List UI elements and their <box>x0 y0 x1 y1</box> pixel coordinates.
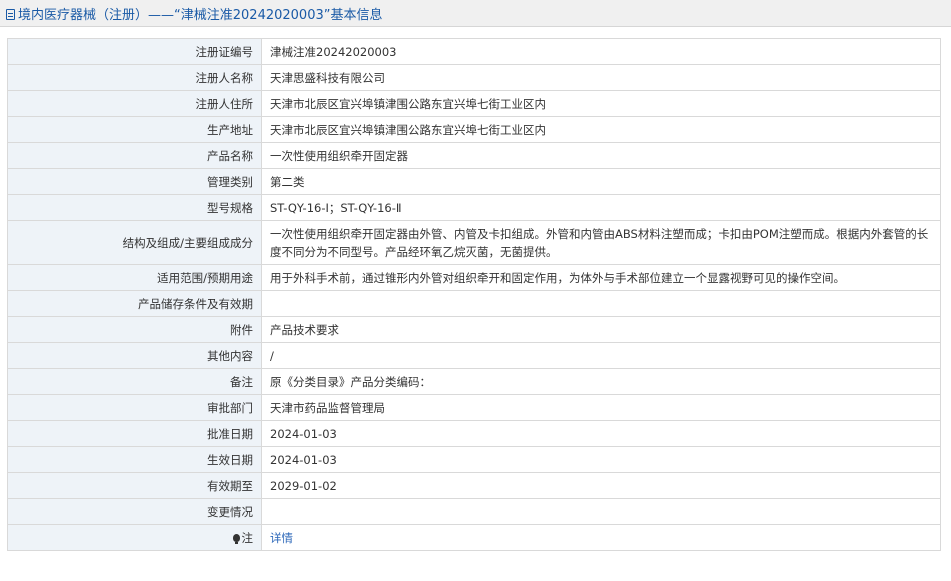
row-value: 天津市北辰区宜兴埠镇津围公路东宜兴埠七街工业区内 <box>261 116 941 143</box>
row-label: 附件 <box>7 316 262 343</box>
table-row: 备注 原《分类目录》产品分类编码： <box>7 368 941 395</box>
table-row: 适用范围/预期用途 用于外科手术前，通过锥形内外管对组织牵开和固定作用，为体外与… <box>7 264 941 291</box>
row-value: / <box>261 342 941 369</box>
row-value: 一次性使用组织牵开固定器由外管、内管及卡扣组成。外管和内管由ABS材料注塑而成；… <box>261 220 941 265</box>
title-prefix: 境内医疗器械（注册） <box>18 8 149 23</box>
table-row: 产品储存条件及有效期 <box>7 290 941 317</box>
row-label: 生产地址 <box>7 116 262 143</box>
document-icon <box>6 9 15 20</box>
note-label-cell: 注 <box>7 524 262 551</box>
row-value: 2029-01-02 <box>261 472 941 499</box>
table-row: 结构及组成/主要组成成分 一次性使用组织牵开固定器由外管、内管及卡扣组成。外管和… <box>7 220 941 265</box>
table-row: 注册证编号 津械注准20242020003 <box>7 38 941 65</box>
table-row: 变更情况 <box>7 498 941 525</box>
row-label: 注册证编号 <box>7 38 262 65</box>
table-row: 型号规格 ST-QY-16-Ⅰ；ST-QY-16-Ⅱ <box>7 194 941 221</box>
title-separator: —— <box>148 8 175 23</box>
row-value: 天津市药品监督管理局 <box>261 394 941 421</box>
row-label: 产品储存条件及有效期 <box>7 290 262 317</box>
table-row: 注册人住所 天津市北辰区宜兴埠镇津围公路东宜兴埠七街工业区内 <box>7 90 941 117</box>
row-label: 有效期至 <box>7 472 262 499</box>
row-value: 天津市北辰区宜兴埠镇津围公路东宜兴埠七街工业区内 <box>261 90 941 117</box>
row-label: 注册人名称 <box>7 64 262 91</box>
row-label: 产品名称 <box>7 142 262 169</box>
row-value: 第二类 <box>261 168 941 195</box>
row-label: 管理类别 <box>7 168 262 195</box>
row-value <box>261 290 941 317</box>
row-value: 原《分类目录》产品分类编码： <box>261 368 941 395</box>
table-row: 注册人名称 天津思盛科技有限公司 <box>7 64 941 91</box>
row-value: 2024-01-03 <box>261 446 941 473</box>
note-row: 注 详情 <box>7 524 941 551</box>
title-quoted-number: “津械注准20242020003” <box>174 8 331 23</box>
row-value: 天津思盛科技有限公司 <box>261 64 941 91</box>
row-label: 备注 <box>7 368 262 395</box>
row-value: 2024-01-03 <box>261 420 941 447</box>
table-row: 管理类别 第二类 <box>7 168 941 195</box>
row-label: 审批部门 <box>7 394 262 421</box>
table-row: 审批部门 天津市药品监督管理局 <box>7 394 941 421</box>
page-title: 境内医疗器械（注册）——“津械注准20242020003”基本信息 <box>0 0 951 27</box>
row-value: 用于外科手术前，通过锥形内外管对组织牵开和固定作用，为体外与手术部位建立一个显露… <box>261 264 941 291</box>
row-label: 型号规格 <box>7 194 262 221</box>
table-row: 附件 产品技术要求 <box>7 316 941 343</box>
note-label: 注 <box>241 530 254 545</box>
table-row: 生效日期 2024-01-03 <box>7 446 941 473</box>
row-value: 一次性使用组织牵开固定器 <box>261 142 941 169</box>
table-row: 产品名称 一次性使用组织牵开固定器 <box>7 142 941 169</box>
row-label: 批准日期 <box>7 420 262 447</box>
row-value: 产品技术要求 <box>261 316 941 343</box>
row-label: 结构及组成/主要组成成分 <box>7 220 262 265</box>
row-label: 变更情况 <box>7 498 262 525</box>
bulb-icon <box>232 533 240 544</box>
row-label: 注册人住所 <box>7 90 262 117</box>
details-link[interactable]: 详情 <box>270 531 293 545</box>
title-suffix: 基本信息 <box>330 8 383 23</box>
row-label: 生效日期 <box>7 446 262 473</box>
table-row: 其他内容 / <box>7 342 941 369</box>
table-row: 生产地址 天津市北辰区宜兴埠镇津围公路东宜兴埠七街工业区内 <box>7 116 941 143</box>
row-label: 适用范围/预期用途 <box>7 264 262 291</box>
row-label: 其他内容 <box>7 342 262 369</box>
table-row: 有效期至 2029-01-02 <box>7 472 941 499</box>
row-value: ST-QY-16-Ⅰ；ST-QY-16-Ⅱ <box>261 194 941 221</box>
table-row: 批准日期 2024-01-03 <box>7 420 941 447</box>
info-table: 注册证编号 津械注准20242020003 注册人名称 天津思盛科技有限公司 注… <box>7 38 941 551</box>
row-value: 津械注准20242020003 <box>261 38 941 65</box>
note-value-cell: 详情 <box>261 524 941 551</box>
row-value <box>261 498 941 525</box>
